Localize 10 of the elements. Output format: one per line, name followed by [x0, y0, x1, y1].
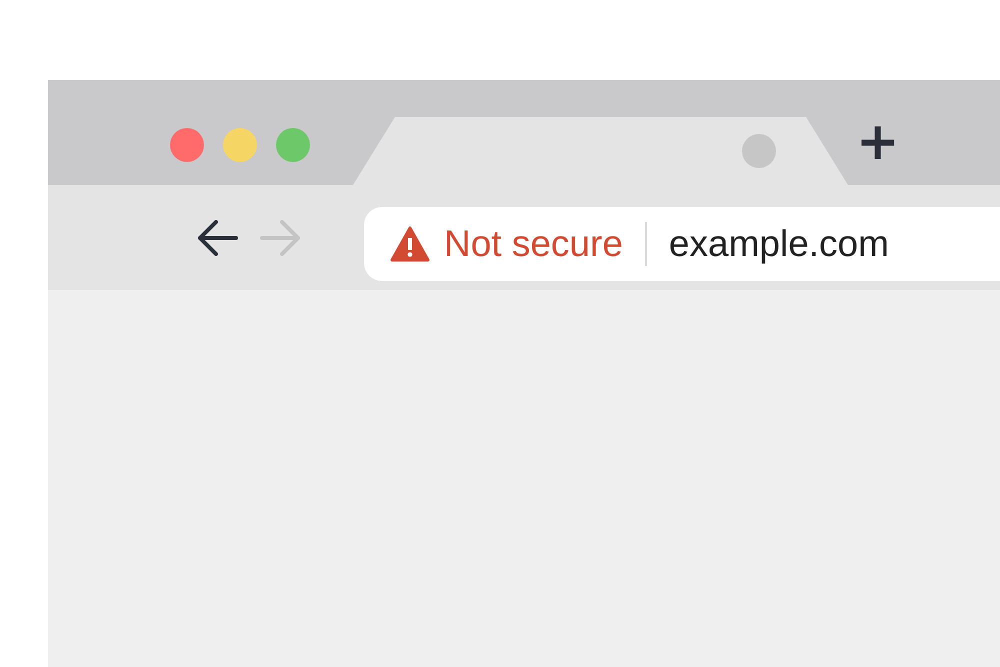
back-arrow-icon[interactable]: [196, 220, 238, 256]
address-bar[interactable]: Not secure example.com: [364, 206, 1000, 280]
security-label: Not secure: [444, 222, 623, 264]
url-text: example.com: [668, 222, 889, 264]
new-tab-button[interactable]: +: [856, 116, 900, 168]
dot-icon[interactable]: [742, 134, 776, 168]
window-control-dot[interactable]: [276, 128, 310, 162]
warning-icon: [390, 226, 430, 262]
window-control-dot[interactable]: [223, 128, 257, 162]
window-control-dot[interactable]: [170, 128, 204, 162]
